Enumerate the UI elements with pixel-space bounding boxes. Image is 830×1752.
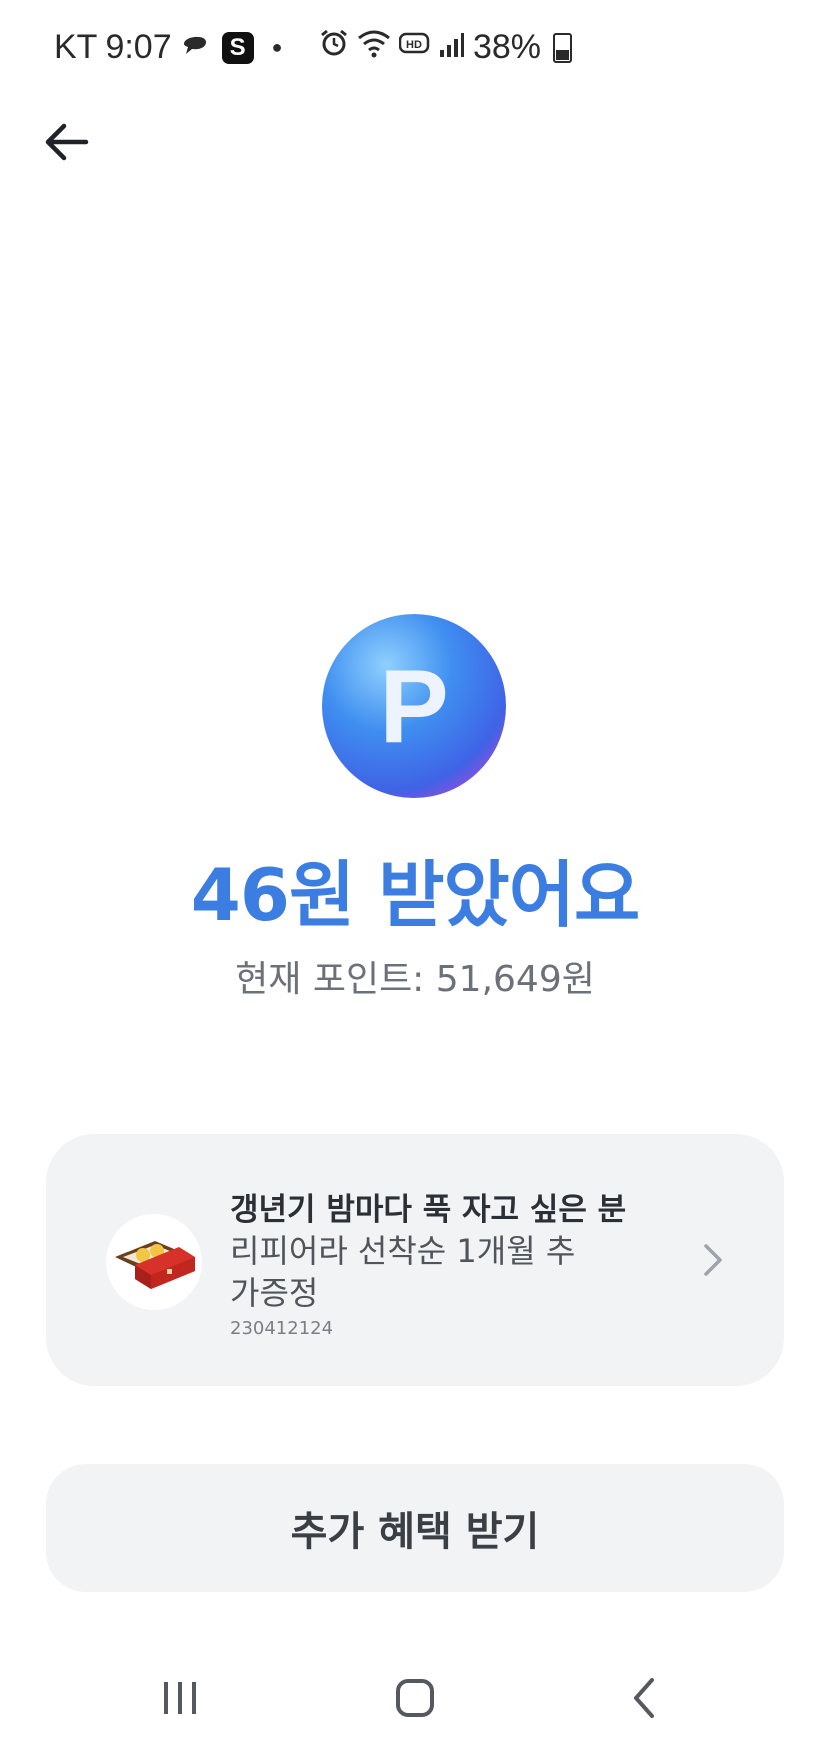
recent-apps-button[interactable] xyxy=(140,1668,220,1728)
arrow-left-icon xyxy=(45,123,89,161)
status-right: HD 38% xyxy=(319,28,572,67)
home-icon xyxy=(396,1679,434,1717)
s-app-icon: S xyxy=(221,31,254,64)
extra-benefit-button[interactable]: 추가 혜택 받기 xyxy=(46,1464,784,1592)
chevron-right-icon xyxy=(704,1244,722,1276)
current-points-label: 현재 포인트: 51,649원 xyxy=(235,959,595,1000)
signal-icon xyxy=(439,28,465,67)
notification-dot-icon: ● xyxy=(271,37,283,57)
promo-description: 리피어라 선착순 1개월 추가증정 xyxy=(230,1232,576,1312)
coin-letter: P xyxy=(379,649,448,765)
hd-icon: HD xyxy=(398,28,431,67)
home-button[interactable] xyxy=(375,1668,455,1728)
system-back-button[interactable] xyxy=(605,1668,685,1728)
recent-apps-icon xyxy=(164,1682,196,1714)
wifi-icon xyxy=(357,28,391,67)
svg-text:HD: HD xyxy=(406,39,422,51)
point-coin-icon: P xyxy=(320,612,508,800)
clock-label: 9:07 xyxy=(105,28,172,66)
reward-headline: 46원 받았어요 xyxy=(190,853,640,937)
product-thumbnail xyxy=(106,1214,202,1310)
promo-card[interactable]: 갱년기 밤마다 푹 자고 싶은 분 리피어라 선착순 1개월 추가증정 2304… xyxy=(46,1134,784,1386)
back-icon xyxy=(634,1678,654,1718)
battery-icon xyxy=(553,32,572,63)
promo-code: 230412124 xyxy=(230,1318,334,1339)
alarm-icon xyxy=(319,28,349,67)
carrier-label: KT xyxy=(54,28,98,66)
status-bar: KT 9:07 S ● HD 38% xyxy=(0,0,830,100)
chat-icon xyxy=(180,28,210,67)
battery-percent: 38% xyxy=(472,28,541,66)
back-button[interactable] xyxy=(36,112,96,172)
product-box-icon xyxy=(115,1241,195,1289)
status-left: KT 9:07 S ● xyxy=(54,28,293,67)
system-nav-bar xyxy=(0,1640,830,1752)
promo-title: 갱년기 밤마다 푹 자고 싶은 분 xyxy=(230,1192,627,1228)
